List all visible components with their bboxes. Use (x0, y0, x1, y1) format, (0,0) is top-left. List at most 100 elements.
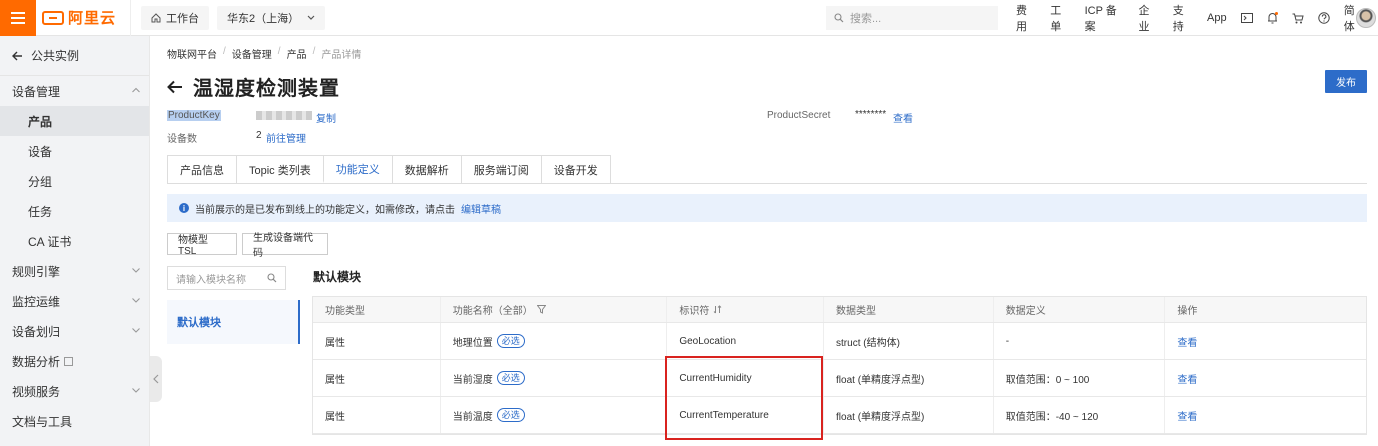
col-header-action: 操作 (1177, 306, 1198, 317)
cell-identifier: CurrentTemperature (667, 397, 825, 433)
col-header-definition: 数据定义 (994, 297, 1166, 322)
publish-button[interactable]: 发布 (1325, 70, 1367, 93)
generate-device-code-button[interactable]: 生成设备端代码 (242, 233, 328, 259)
workbench-label: 工作台 (166, 12, 200, 25)
module-item-label: 默认模块 (177, 317, 221, 329)
sidebar-item-ca-cert[interactable]: CA 证书 (0, 226, 149, 256)
sidebar-group-device-assignment[interactable]: 设备划归 (0, 316, 149, 346)
device-count-label: 设备数 (167, 134, 197, 145)
tab-data-parsing[interactable]: 数据解析 (391, 155, 462, 183)
module-list-item-default[interactable]: 默认模块 (167, 300, 300, 344)
terminal-icon[interactable] (1240, 12, 1253, 24)
sidebar-item-label: 设备划归 (12, 324, 61, 339)
module-search-input[interactable]: 请输入模块名称 (167, 266, 286, 290)
aliyun-logo[interactable]: 阿里云 (42, 0, 132, 36)
top-links: 费用 工单 ICP 备案 企业 支持 App 简体 (1016, 0, 1378, 36)
notice-text: 当前展示的是已发布到线上的功能定义，如需修改，请点击 (195, 204, 455, 216)
sidebar: 公共实例 设备管理 产品 设备 分组 任务 CA 证书 规则引擎 监控运维 设备… (0, 36, 150, 446)
tab-server-subscription[interactable]: 服务端订阅 (460, 155, 542, 183)
tsl-model-button[interactable]: 物模型 TSL (167, 233, 237, 257)
arrow-left-icon (12, 51, 22, 60)
col-header-identifier-label: 标识符 (679, 306, 710, 317)
back-arrow-icon[interactable] (167, 80, 183, 94)
info-icon: i (179, 203, 189, 213)
cell-action: 查看 (1165, 397, 1366, 433)
sidebar-item-label: 文档与工具 (12, 414, 73, 429)
link-support[interactable]: 支持 (1173, 2, 1193, 34)
view-link[interactable]: 查看 (1177, 334, 1197, 349)
cell-type: 属性 (313, 397, 441, 433)
view-link[interactable]: 查看 (1177, 408, 1197, 423)
manage-devices-link[interactable]: 前往管理 (266, 130, 306, 145)
search-icon (834, 13, 844, 23)
breadcrumb-iot-platform[interactable]: 物联网平台 (167, 46, 217, 61)
col-header-name-label: 功能名称（全部） (452, 306, 533, 317)
col-header-identifier[interactable]: 标识符 (667, 297, 825, 322)
tab-topic-list[interactable]: Topic 类列表 (236, 155, 324, 183)
col-header-name[interactable]: 功能名称（全部） (441, 297, 668, 322)
edit-draft-link[interactable]: 编辑草稿 (461, 201, 501, 216)
main-content: 物联网平台 / 设备管理 / 产品 / 产品详情 温湿度检测装置 发布 Prod… (150, 36, 1378, 446)
top-navigation-bar: 阿里云 工作台 华东2（上海） 搜索... 费用 工单 ICP 备案 企业 支持… (0, 0, 1378, 36)
search-placeholder: 搜索... (850, 13, 882, 25)
copy-link[interactable]: 复制 (316, 110, 336, 125)
user-avatar[interactable] (1356, 8, 1376, 28)
sidebar-item-label: 规则引擎 (12, 264, 61, 279)
cell-data-type: float (单精度浮点型) (824, 360, 994, 396)
region-selector[interactable]: 华东2（上海） (217, 5, 326, 30)
sidebar-group-rule-engine[interactable]: 规则引擎 (0, 256, 149, 286)
sidebar-item-data-analysis[interactable]: 数据分析 (0, 346, 149, 376)
link-app[interactable]: App (1207, 12, 1227, 24)
search-icon (267, 273, 277, 283)
feature-table: 功能类型 功能名称（全部） 标识符 数据类型 数据定义 操作 属性 地理位置 必… (312, 296, 1367, 435)
link-icp[interactable]: ICP 备案 (1085, 2, 1125, 34)
cell-name: 当前湿度 必选 (441, 360, 668, 396)
cell-name-text: 当前温度 (452, 411, 493, 423)
tab-device-development[interactable]: 设备开发 (540, 155, 611, 183)
sidebar-group-monitoring[interactable]: 监控运维 (0, 286, 149, 316)
help-icon[interactable] (1318, 12, 1330, 24)
view-secret-link[interactable]: 查看 (893, 110, 913, 125)
hamburger-menu-button[interactable] (0, 0, 36, 36)
breadcrumb-current: 产品详情 (321, 50, 362, 61)
product-secret-masked: ******** (855, 109, 887, 120)
required-tag: 必选 (496, 371, 525, 385)
sidebar-item-label: 设备管理 (12, 84, 61, 99)
sidebar-item-docs-tools[interactable]: 文档与工具 (0, 406, 149, 436)
back-label: 公共实例 (31, 49, 80, 63)
cell-name: 地理位置 必选 (441, 323, 668, 359)
device-count-value: 2 (256, 130, 262, 141)
global-search-input[interactable]: 搜索... (826, 6, 998, 30)
link-tickets[interactable]: 工单 (1050, 2, 1070, 34)
filter-icon[interactable] (536, 305, 546, 314)
table-header-row: 功能类型 功能名称（全部） 标识符 数据类型 数据定义 操作 (313, 297, 1366, 323)
tab-feature-definition[interactable]: 功能定义 (322, 155, 393, 183)
cart-icon[interactable] (1292, 12, 1304, 24)
chevron-down-icon (307, 15, 315, 20)
view-link[interactable]: 查看 (1177, 371, 1197, 386)
table-row: 属性 地理位置 必选 GeoLocation struct (结构体) - 查看 (313, 323, 1366, 360)
sidebar-item-group[interactable]: 分组 (0, 166, 149, 196)
link-enterprise[interactable]: 企业 (1138, 2, 1158, 34)
back-to-instance-link[interactable]: 公共实例 (0, 36, 149, 76)
sidebar-group-device-management[interactable]: 设备管理 (0, 76, 149, 106)
tab-product-info[interactable]: 产品信息 (167, 155, 237, 183)
cell-name-text: 地理位置 (452, 337, 493, 349)
breadcrumb-product[interactable]: 产品 (287, 46, 307, 61)
sidebar-item-device[interactable]: 设备 (0, 136, 149, 166)
module-search-placeholder: 请输入模块名称 (176, 274, 246, 286)
link-billing[interactable]: 费用 (1016, 2, 1036, 34)
logo-icon (42, 10, 64, 25)
product-secret-label: ProductSecret (767, 110, 831, 121)
sort-icon[interactable] (713, 305, 722, 314)
sidebar-item-product[interactable]: 产品 (0, 106, 149, 136)
cell-definition: 取值范围：0 ~ 100 (994, 360, 1166, 396)
sidebar-group-video-service[interactable]: 视频服务 (0, 376, 149, 406)
bell-icon[interactable] (1267, 12, 1278, 24)
workbench-button[interactable]: 工作台 (141, 5, 210, 30)
sidebar-item-task[interactable]: 任务 (0, 196, 149, 226)
product-key-value-redacted (256, 111, 312, 120)
title-row: 温湿度检测装置 (167, 72, 340, 101)
breadcrumb-device-management[interactable]: 设备管理 (232, 46, 272, 61)
table-row: 属性 当前湿度 必选 CurrentHumidity float (单精度浮点型… (313, 360, 1366, 397)
